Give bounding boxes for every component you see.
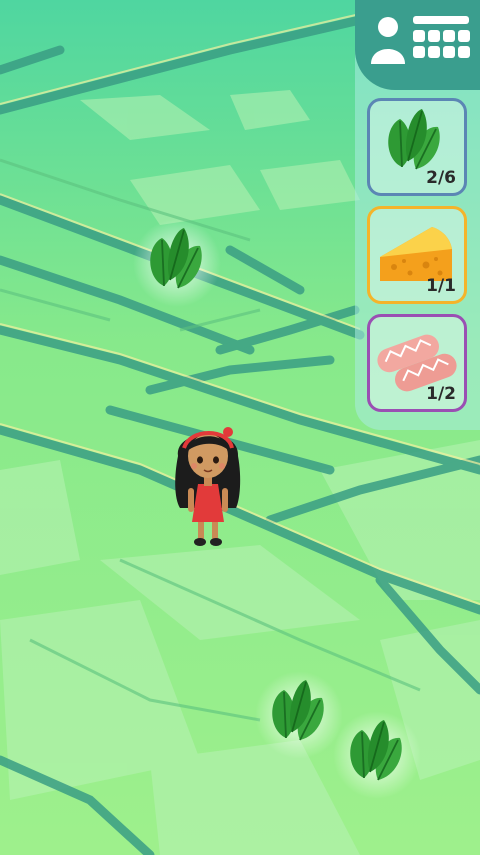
inventory-card-spinach[interactable]: 2/6	[367, 98, 467, 196]
item-count: 2/6	[426, 168, 456, 188]
spinach-icon	[133, 219, 221, 307]
map-collectible-spinach[interactable]	[132, 218, 222, 308]
map-collectible-spinach[interactable]	[254, 670, 344, 760]
profile-menu-button[interactable]	[355, 0, 480, 90]
item-count: 1/2	[426, 384, 456, 404]
inventory-card-cheese[interactable]: 1/1	[367, 206, 467, 304]
spinach-icon	[333, 711, 421, 799]
profile-grid-icon	[371, 16, 470, 64]
player-avatar	[170, 418, 246, 554]
girl-avatar	[175, 427, 241, 546]
map-collectible-spinach[interactable]	[332, 710, 422, 800]
spinach-icon	[255, 671, 343, 759]
item-count: 1/1	[426, 276, 456, 296]
inventory-card-salmon[interactable]: 1/2	[367, 314, 467, 412]
